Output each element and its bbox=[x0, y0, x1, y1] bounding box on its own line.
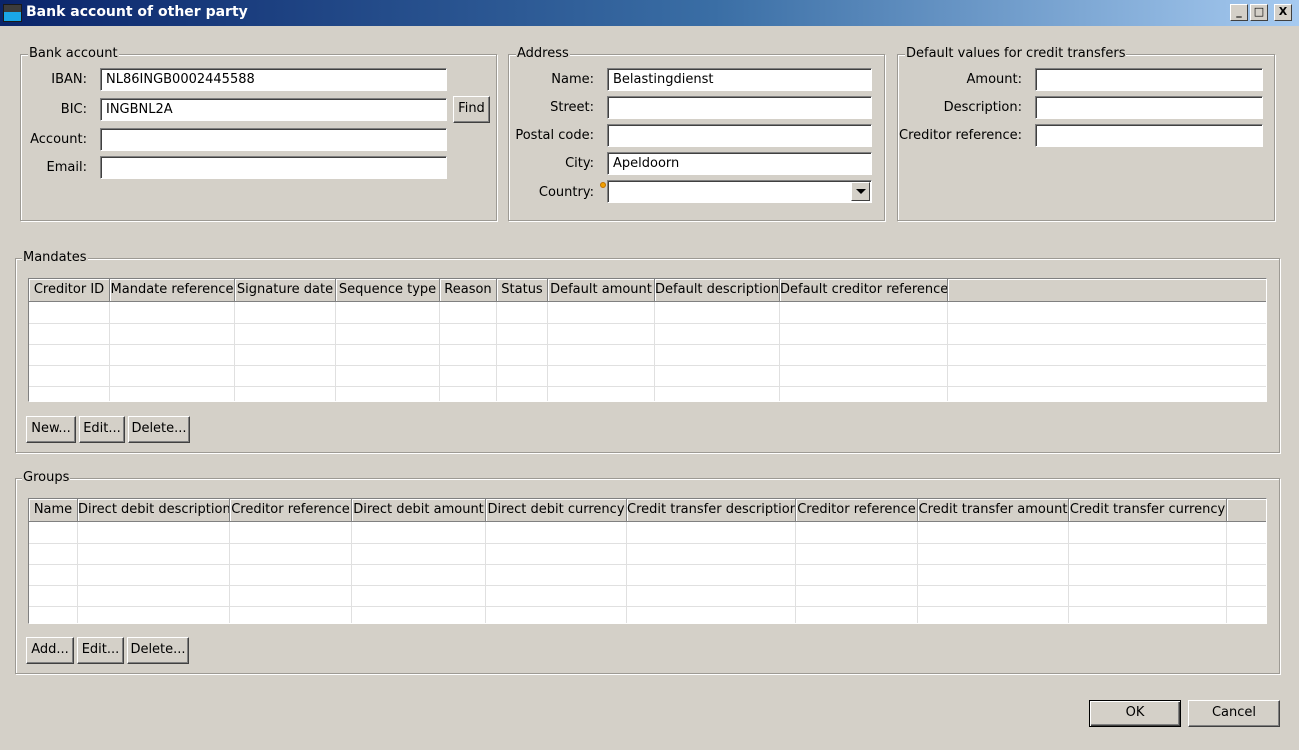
description-field[interactable] bbox=[1035, 96, 1263, 119]
mandates-legend: Mandates bbox=[22, 250, 88, 266]
name-label: Name: bbox=[551, 72, 594, 87]
address-legend: Address bbox=[516, 46, 570, 62]
column-header[interactable]: Credit transfer description bbox=[627, 499, 796, 522]
groups-table[interactable]: Name Direct debit description Creditor r… bbox=[28, 498, 1267, 624]
mandates-table-header: Creditor ID Mandate reference Signature … bbox=[29, 279, 1266, 302]
grid-line bbox=[626, 522, 627, 623]
column-header[interactable]: Default creditor reference bbox=[780, 279, 948, 302]
column-header[interactable]: Name bbox=[29, 499, 78, 522]
email-label: Email: bbox=[46, 160, 87, 175]
cancel-button[interactable]: Cancel bbox=[1188, 700, 1280, 727]
column-header-filler bbox=[1227, 499, 1266, 522]
edit-group-button[interactable]: Edit... bbox=[77, 637, 124, 664]
find-button[interactable]: Find bbox=[453, 96, 490, 123]
column-header[interactable]: Creditor reference bbox=[796, 499, 918, 522]
column-header[interactable]: Creditor ID bbox=[29, 279, 110, 302]
city-label: City: bbox=[565, 156, 594, 171]
minimize-button[interactable]: _ bbox=[1230, 4, 1248, 21]
grid-line bbox=[795, 522, 796, 623]
description-label: Description: bbox=[943, 100, 1022, 115]
close-button[interactable]: X bbox=[1274, 4, 1292, 21]
warning-icon bbox=[600, 182, 606, 188]
column-header[interactable]: Credit transfer amount bbox=[918, 499, 1069, 522]
window-title: Bank account of other party bbox=[26, 4, 248, 20]
groups-table-header: Name Direct debit description Creditor r… bbox=[29, 499, 1266, 522]
ok-button[interactable]: OK bbox=[1089, 700, 1181, 727]
grid-line bbox=[29, 365, 1266, 366]
groups-legend: Groups bbox=[22, 470, 71, 486]
delete-mandate-button[interactable]: Delete... bbox=[128, 416, 190, 443]
grid-line bbox=[29, 564, 1266, 565]
postal-code-field[interactable] bbox=[607, 124, 872, 147]
creditor-reference-label: Creditor reference: bbox=[899, 128, 1022, 143]
grid-line bbox=[485, 522, 486, 623]
bic-field[interactable]: INGBNL2A bbox=[100, 98, 447, 121]
column-header[interactable]: Default description bbox=[655, 279, 780, 302]
new-mandate-button[interactable]: New... bbox=[26, 416, 76, 443]
column-header[interactable]: Direct debit currency bbox=[486, 499, 627, 522]
grid-line bbox=[29, 606, 1266, 607]
iban-label: IBAN: bbox=[51, 72, 87, 87]
grid-line bbox=[29, 543, 1266, 544]
column-header[interactable]: Direct debit description bbox=[78, 499, 230, 522]
grid-line bbox=[29, 585, 1266, 586]
delete-group-button[interactable]: Delete... bbox=[127, 637, 189, 664]
grid-line bbox=[29, 344, 1266, 345]
grid-line bbox=[77, 522, 78, 623]
grid-line bbox=[1226, 522, 1227, 623]
country-select[interactable] bbox=[607, 180, 872, 203]
bic-label: BIC: bbox=[60, 102, 87, 117]
column-header[interactable]: Direct debit amount bbox=[352, 499, 486, 522]
column-header[interactable]: Status bbox=[497, 279, 548, 302]
edit-mandate-button[interactable]: Edit... bbox=[79, 416, 125, 443]
country-label: Country: bbox=[538, 185, 594, 200]
app-icon bbox=[3, 4, 22, 22]
name-field[interactable]: Belastingdienst bbox=[607, 68, 872, 91]
street-field[interactable] bbox=[607, 96, 872, 119]
grid-line bbox=[29, 386, 1266, 387]
city-field[interactable]: Apeldoorn bbox=[607, 152, 872, 175]
iban-field[interactable]: NL86INGB0002445588 bbox=[100, 68, 447, 91]
email-field[interactable] bbox=[100, 156, 447, 179]
grid-line bbox=[29, 323, 1266, 324]
amount-label: Amount: bbox=[966, 72, 1022, 87]
chevron-down-icon[interactable] bbox=[851, 182, 870, 201]
maximize-button[interactable]: □ bbox=[1250, 4, 1268, 21]
column-header[interactable]: Reason bbox=[440, 279, 497, 302]
grid-line bbox=[917, 522, 918, 623]
grid-line bbox=[1068, 522, 1069, 623]
column-header[interactable]: Creditor reference bbox=[230, 499, 352, 522]
postal-code-label: Postal code: bbox=[515, 128, 594, 143]
account-label: Account: bbox=[30, 132, 87, 147]
mandates-table[interactable]: Creditor ID Mandate reference Signature … bbox=[28, 278, 1267, 402]
title-bar[interactable]: Bank account of other party _ □ X bbox=[0, 0, 1299, 26]
account-field[interactable] bbox=[100, 128, 447, 151]
column-header[interactable]: Mandate reference bbox=[110, 279, 235, 302]
column-header[interactable]: Sequence type bbox=[336, 279, 440, 302]
column-header-filler bbox=[948, 279, 1266, 302]
column-header[interactable]: Signature date bbox=[235, 279, 336, 302]
defaults-legend: Default values for credit transfers bbox=[905, 46, 1127, 62]
column-header[interactable]: Default amount bbox=[548, 279, 655, 302]
column-header[interactable]: Credit transfer currency bbox=[1069, 499, 1227, 522]
grid-line bbox=[351, 522, 352, 623]
bank-account-legend: Bank account bbox=[28, 46, 119, 62]
add-group-button[interactable]: Add... bbox=[26, 637, 74, 664]
creditor-reference-field[interactable] bbox=[1035, 124, 1263, 147]
amount-field[interactable] bbox=[1035, 68, 1263, 91]
street-label: Street: bbox=[550, 100, 594, 115]
grid-line bbox=[229, 522, 230, 623]
